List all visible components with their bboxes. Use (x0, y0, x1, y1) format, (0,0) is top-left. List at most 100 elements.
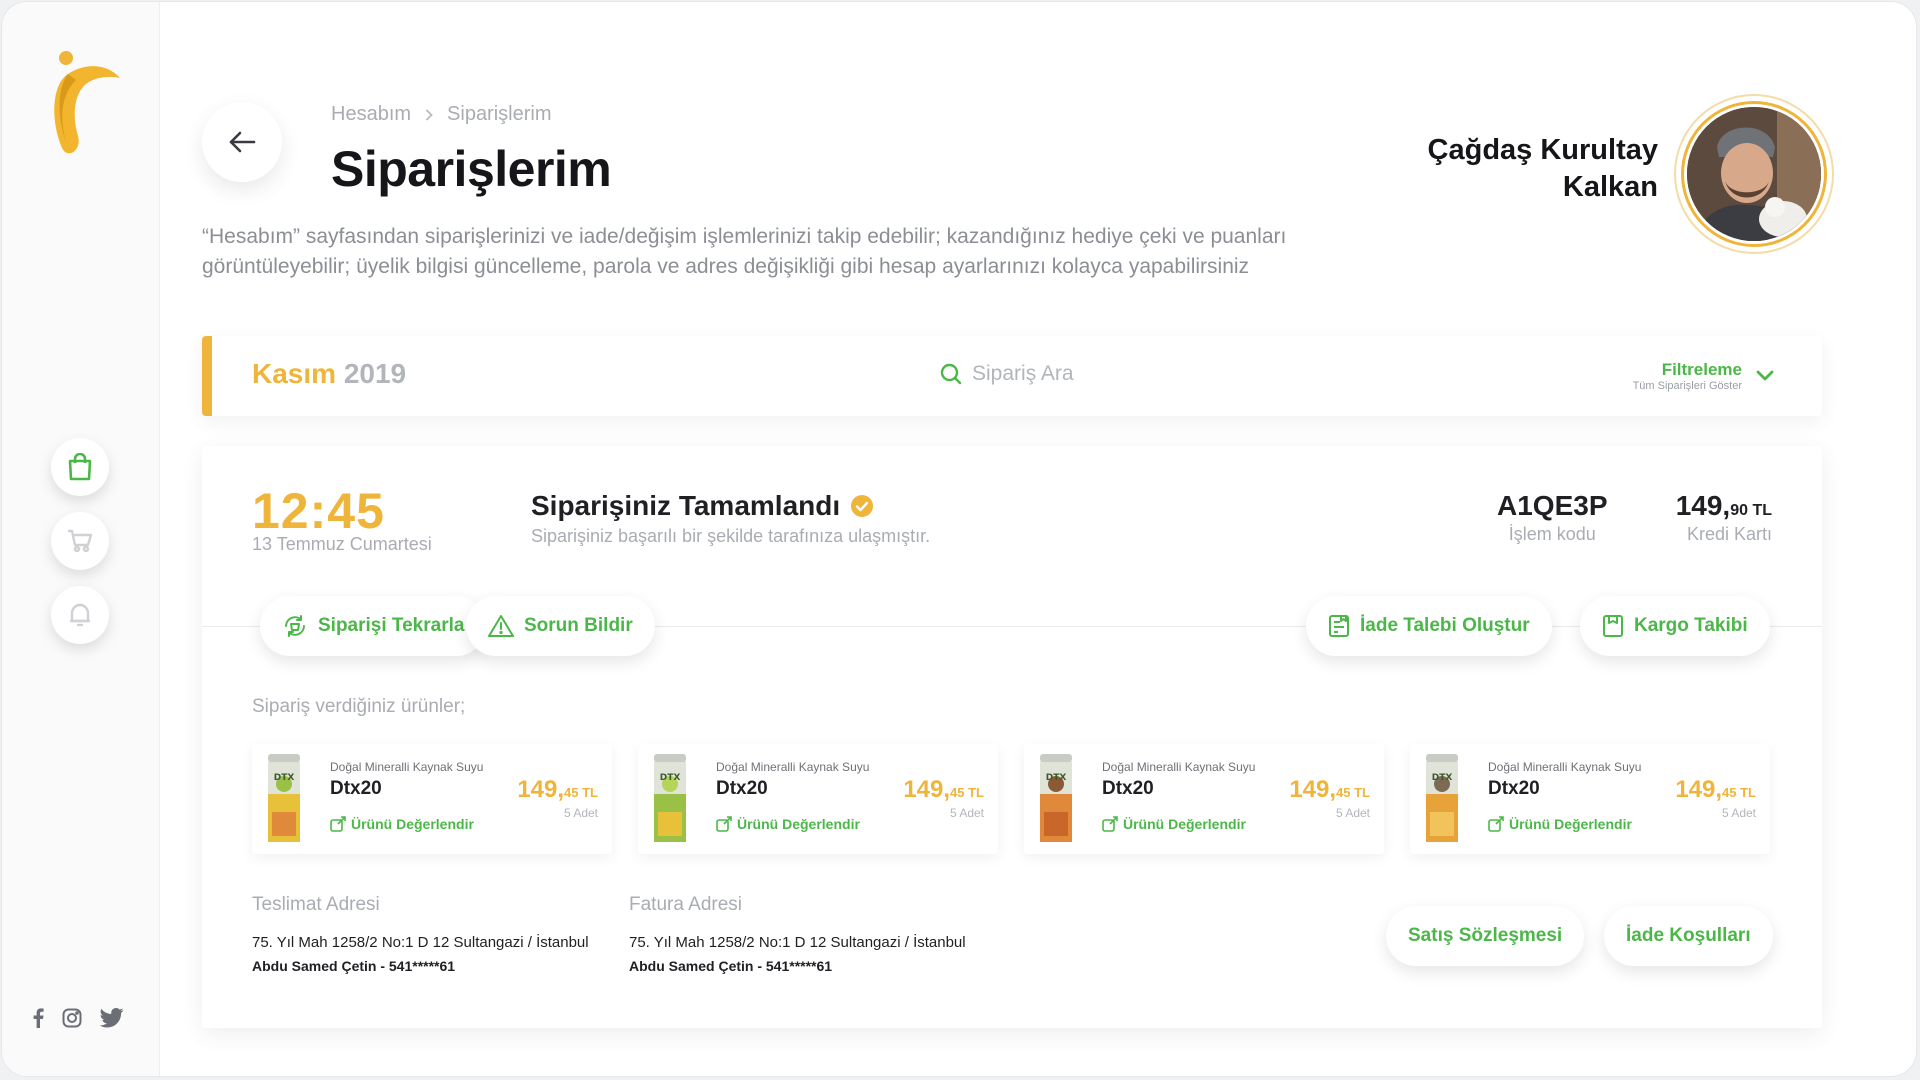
order-status-sub: Siparişiniz başarılı bir şekilde tarafın… (531, 526, 931, 546)
avatar[interactable] (1674, 94, 1834, 254)
product-name: Dtx20 (1488, 778, 1540, 799)
svg-text:DTX: DTX (660, 773, 681, 783)
report-issue-button[interactable]: Sorun Bildir (466, 596, 655, 656)
invoice-address-name: Abdu Samed Çetin - 541*****61 (629, 958, 833, 974)
cart-icon (68, 529, 93, 553)
shopping-bag-icon (68, 453, 92, 481)
order-status-title: Siparişiniz Tamamlandı (531, 490, 841, 521)
product-price: 149,45 TL (1289, 776, 1370, 803)
search-icon (940, 363, 962, 385)
order-total: 149,90 TL Kredi Kartı (1676, 490, 1772, 545)
order-total-value: 149,90 TL (1675, 490, 1772, 521)
rate-icon (1488, 816, 1504, 832)
filter-dropdown[interactable]: Filtreleme Tüm Siparişleri Göster (1633, 360, 1774, 392)
product-can-image: DTX (268, 754, 300, 842)
instagram-icon[interactable] (62, 1008, 82, 1028)
sidebar-cart-button[interactable] (51, 512, 109, 570)
repeat-icon (285, 615, 305, 637)
product-card[interactable]: DTX Doğal Mineralli Kaynak Suyu Dtx20 Ür… (1410, 744, 1770, 854)
filter-sub: Tüm Siparişleri Göster (1632, 380, 1742, 392)
product-can-image: DTX (654, 754, 686, 842)
transaction-code: A1QE3P İşlem kodu (1497, 490, 1608, 545)
order-time: 12:45 (252, 483, 385, 539)
return-terms-button[interactable]: İade Koşulları (1604, 906, 1773, 966)
product-price: 149,45 TL (1675, 776, 1756, 803)
arrow-left-icon (229, 131, 256, 153)
transaction-code-label: İşlem kodu (1508, 524, 1596, 544)
order-status: Siparişiniz Tamamlandı (531, 490, 874, 522)
product-card[interactable]: DTX Doğal Mineralli Kaynak Suyu Dtx20 Ür… (1024, 744, 1384, 854)
order-card: 12:45 13 Temmuz Cumartesi Siparişiniz Ta… (202, 446, 1822, 1028)
warning-icon (488, 615, 514, 637)
bell-icon (70, 603, 90, 627)
package-icon (1603, 615, 1623, 637)
order-date: 13 Temmuz Cumartesi (252, 534, 432, 554)
month-year: 2019 (343, 358, 407, 389)
rate-product-link[interactable]: Ürünü Değerlendir (330, 816, 474, 832)
create-return-button[interactable]: İade Talebi Oluştur (1306, 596, 1552, 656)
user-name-line2: Kalkan (1562, 171, 1658, 203)
product-qty: 5 Adet (949, 806, 984, 820)
filter-label: Filtreleme (1661, 360, 1742, 379)
social-links (32, 1008, 124, 1028)
rate-icon (716, 816, 732, 832)
chevron-right-icon (425, 108, 433, 121)
svg-text:DTX: DTX (1432, 773, 1453, 783)
product-qty: 5 Adet (1335, 806, 1370, 820)
user-name: Çağdaş Kurultay Kalkan (1428, 132, 1658, 206)
avatar-image (1687, 107, 1821, 241)
payment-method: Kredi Kartı (1686, 524, 1772, 544)
twitter-icon[interactable] (100, 1008, 124, 1028)
verified-check-icon (851, 495, 874, 517)
product-qty: 5 Adet (1721, 806, 1756, 820)
svg-text:DTX: DTX (1046, 773, 1067, 783)
search-placeholder[interactable]: Sipariş Ara (972, 362, 1074, 386)
user-name-line1: Çağdaş Kurultay (1427, 134, 1658, 166)
breadcrumb: Hesabım Siparişlerim (331, 103, 552, 126)
intro-text: “Hesabım” sayfasından siparişlerinizi ve… (202, 225, 1287, 278)
breadcrumb-item-orders[interactable]: Siparişlerim (447, 103, 551, 126)
rate-product-link[interactable]: Ürünü Değerlendir (1488, 816, 1632, 832)
page-title: Siparişlerim (331, 141, 612, 197)
sales-contract-button[interactable]: Satış Sözleşmesi (1386, 906, 1585, 966)
product-card[interactable]: DTX Doğal Mineralli Kaynak Suyu Dtx20 Ür… (638, 744, 998, 854)
sidebar-orders-button[interactable] (51, 438, 109, 496)
month-bar: Kasım 2019 Sipariş Ara Filtreleme Tüm Si… (202, 336, 1822, 416)
svg-text:DTX: DTX (274, 773, 295, 783)
product-name: Dtx20 (716, 778, 768, 799)
product-price: 149,45 TL (517, 776, 598, 803)
invoice-address-line: 75. Yıl Mah 1258/2 No:1 D 12 Sultangazi … (629, 934, 966, 951)
cargo-tracking-button[interactable]: Kargo Takibi (1580, 596, 1770, 656)
month-name: Kasım (252, 358, 337, 389)
rate-product-link[interactable]: Ürünü Değerlendir (1102, 816, 1246, 832)
breadcrumb-item-account[interactable]: Hesabım (331, 103, 411, 126)
sidebar (2, 2, 160, 1076)
back-button[interactable] (202, 102, 282, 182)
sidebar-notifications-button[interactable] (51, 586, 109, 644)
transaction-code-value: A1QE3P (1497, 490, 1608, 521)
chevron-down-icon (1756, 370, 1774, 381)
delivery-address-name: Abdu Samed Çetin - 541*****61 (252, 958, 456, 974)
product-name: Dtx20 (330, 778, 382, 799)
app-window: Hesabım Siparişlerim Siparişlerim “Hesab… (1, 1, 1917, 1077)
delivery-address-title: Teslimat Adresi (252, 894, 380, 915)
facebook-icon[interactable] (32, 1008, 44, 1028)
brand-logo[interactable] (46, 50, 124, 154)
product-can-image: DTX (1426, 754, 1458, 842)
product-name: Dtx20 (1102, 778, 1154, 799)
delivery-address-line: 75. Yıl Mah 1258/2 No:1 D 12 Sultangazi … (252, 934, 589, 951)
rate-product-link[interactable]: Ürünü Değerlendir (716, 816, 860, 832)
product-price: 149,45 TL (903, 776, 984, 803)
products-title: Sipariş verdiğiniz ürünler; (252, 696, 466, 717)
order-search[interactable]: Sipariş Ara (940, 362, 1074, 386)
repeat-order-button[interactable]: Siparişi Tekrarla (260, 596, 487, 656)
month-bar-accent (202, 336, 212, 416)
product-can-image: DTX (1040, 754, 1072, 842)
product-qty: 5 Adet (563, 806, 598, 820)
invoice-address-title: Fatura Adresi (629, 894, 742, 915)
rate-icon (1102, 816, 1118, 832)
product-card[interactable]: DTX Doğal Mineralli Kaynak Suyu Dtx20 Ür… (252, 744, 612, 854)
month-label: Kasım 2019 (252, 358, 406, 390)
document-icon (1329, 615, 1349, 637)
rate-icon (330, 816, 346, 832)
